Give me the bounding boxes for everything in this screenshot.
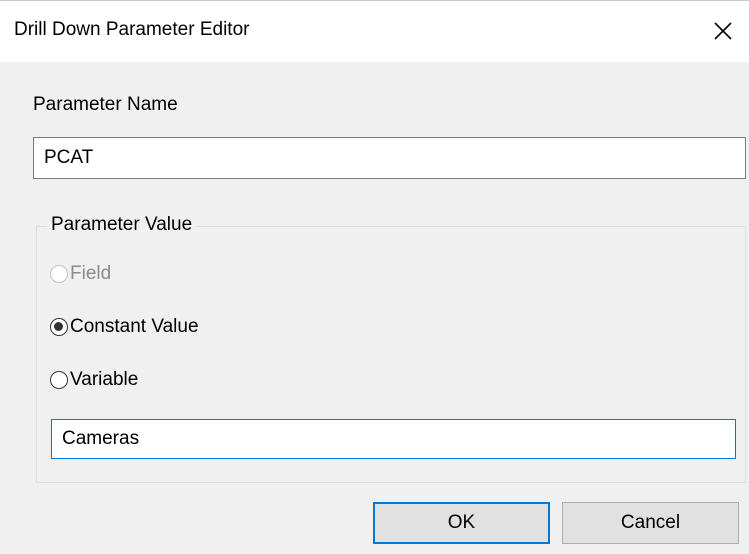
cancel-button[interactable]: Cancel <box>562 502 739 544</box>
constant-value-radio-button[interactable] <box>50 318 68 336</box>
radio-option-constant-value[interactable]: Constant Value <box>50 316 199 338</box>
field-radio-button <box>50 265 68 283</box>
ok-button[interactable]: OK <box>373 502 550 544</box>
variable-radio-label: Variable <box>70 369 139 390</box>
field-radio-label: Field <box>70 263 112 284</box>
parameter-value-input[interactable]: Cameras <box>51 419 736 459</box>
constant-value-radio-label: Constant Value <box>70 316 199 337</box>
parameter-value-group-label: Parameter Value <box>47 214 197 236</box>
radio-option-variable[interactable]: Variable <box>50 369 138 391</box>
radio-option-field: Field <box>50 263 111 285</box>
variable-radio-button[interactable] <box>50 371 68 389</box>
drill-down-parameter-editor-dialog: Drill Down Parameter Editor Parameter Na… <box>0 0 749 554</box>
parameter-value-text: Cameras <box>62 428 140 449</box>
title-bar: Drill Down Parameter Editor <box>0 0 749 62</box>
parameter-name-value: PCAT <box>44 147 94 168</box>
dialog-title: Drill Down Parameter Editor <box>14 19 250 40</box>
close-button[interactable] <box>705 13 741 49</box>
parameter-name-label: Parameter Name <box>33 94 178 115</box>
close-icon <box>714 22 732 40</box>
parameter-name-input[interactable]: PCAT <box>33 137 746 179</box>
